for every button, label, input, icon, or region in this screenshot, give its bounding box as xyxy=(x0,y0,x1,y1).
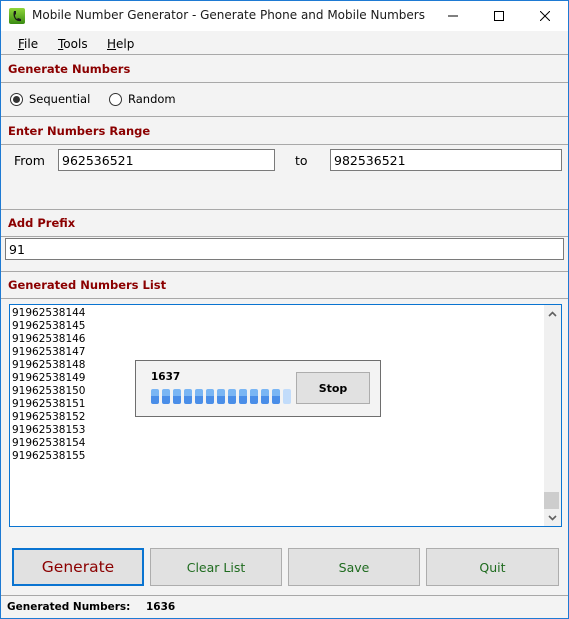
radio-sequential-label: Sequential xyxy=(29,92,91,106)
menu-tools[interactable]: Tools xyxy=(58,37,88,51)
radio-circle xyxy=(109,92,122,106)
progress-segment xyxy=(184,389,192,404)
progress-segment xyxy=(162,389,170,404)
from-input[interactable] xyxy=(58,149,275,171)
list-item[interactable]: 91962538152 xyxy=(12,411,86,424)
list-item[interactable]: 91962538151 xyxy=(12,398,86,411)
chevron-up-icon xyxy=(548,310,557,317)
minimize-icon xyxy=(448,15,458,17)
list-item[interactable]: 91962538150 xyxy=(12,385,86,398)
list-scrollbar[interactable] xyxy=(544,305,561,526)
menu-help[interactable]: Help xyxy=(107,37,134,51)
progress-segment xyxy=(250,389,258,404)
stop-button[interactable]: Stop xyxy=(296,372,370,404)
scroll-up-button[interactable] xyxy=(544,305,561,322)
list-item[interactable]: 91962538154 xyxy=(12,437,86,450)
generate-mode-section: Sequential Random xyxy=(1,84,568,117)
list-title: Generated Numbers List xyxy=(8,278,167,292)
range-header: Enter Numbers Range xyxy=(1,118,568,145)
menu-file[interactable]: File xyxy=(18,37,38,51)
close-button[interactable] xyxy=(522,1,568,31)
menu-bar: File Tools Help xyxy=(1,31,568,55)
generate-numbers-header: Generate Numbers xyxy=(1,56,568,83)
list-item[interactable]: 91962538148 xyxy=(12,359,86,372)
to-input[interactable] xyxy=(330,149,562,171)
prefix-title: Add Prefix xyxy=(8,216,76,230)
close-icon xyxy=(540,11,550,21)
list-item[interactable]: 91962538146 xyxy=(12,333,86,346)
status-count: 1636 xyxy=(146,601,176,613)
prefix-section xyxy=(1,238,568,272)
progress-segment xyxy=(283,389,291,404)
maximize-button[interactable] xyxy=(476,1,522,31)
radio-random-label: Random xyxy=(128,92,176,106)
status-label: Generated Numbers: xyxy=(7,601,131,613)
window-title: Mobile Number Generator - Generate Phone… xyxy=(32,8,425,22)
progress-segment xyxy=(261,389,269,404)
list-items: 91962538144 91962538145 91962538146 9196253… xyxy=(12,307,86,463)
clear-list-button[interactable]: Clear List xyxy=(150,548,282,586)
title-bar[interactable]: Mobile Number Generator - Generate Phone… xyxy=(1,1,568,31)
from-label: From xyxy=(14,153,45,168)
radio-random[interactable]: Random xyxy=(109,92,176,106)
progress-segment xyxy=(228,389,236,404)
list-item[interactable]: 91962538145 xyxy=(12,320,86,333)
quit-button[interactable]: Quit xyxy=(426,548,559,586)
range-section: From to xyxy=(1,146,568,210)
prefix-header: Add Prefix xyxy=(1,210,568,237)
progress-count: 1637 xyxy=(151,371,181,383)
to-label: to xyxy=(295,153,308,168)
progress-segment xyxy=(151,389,159,404)
prefix-input[interactable] xyxy=(5,238,564,260)
progress-segment xyxy=(206,389,214,404)
generate-button[interactable]: Generate xyxy=(12,548,144,586)
radio-sequential[interactable]: Sequential xyxy=(10,92,90,106)
scroll-down-button[interactable] xyxy=(544,509,561,526)
list-item[interactable]: 91962538153 xyxy=(12,424,86,437)
app-window: Mobile Number Generator - Generate Phone… xyxy=(0,0,569,619)
radio-circle-selected xyxy=(10,92,23,106)
progress-segment xyxy=(195,389,203,404)
generate-numbers-title: Generate Numbers xyxy=(8,62,131,76)
progress-dialog: 1637 Stop xyxy=(135,360,381,417)
list-item[interactable]: 91962538149 xyxy=(12,372,86,385)
maximize-icon xyxy=(494,11,504,21)
progress-bar xyxy=(151,389,291,404)
progress-segment xyxy=(272,389,280,404)
progress-segment xyxy=(239,389,247,404)
list-item[interactable]: 91962538144 xyxy=(12,307,86,320)
phone-app-icon xyxy=(9,8,25,24)
list-header: Generated Numbers List xyxy=(1,272,568,299)
progress-segment xyxy=(173,389,181,404)
progress-segment xyxy=(217,389,225,404)
list-item[interactable]: 91962538155 xyxy=(12,450,86,463)
minimize-button[interactable] xyxy=(430,1,476,31)
scroll-thumb[interactable] xyxy=(544,492,559,509)
chevron-down-icon xyxy=(548,514,557,521)
range-title: Enter Numbers Range xyxy=(8,124,151,138)
status-bar: Generated Numbers: 1636 xyxy=(1,595,568,618)
save-button[interactable]: Save xyxy=(288,548,420,586)
list-item[interactable]: 91962538147 xyxy=(12,346,86,359)
